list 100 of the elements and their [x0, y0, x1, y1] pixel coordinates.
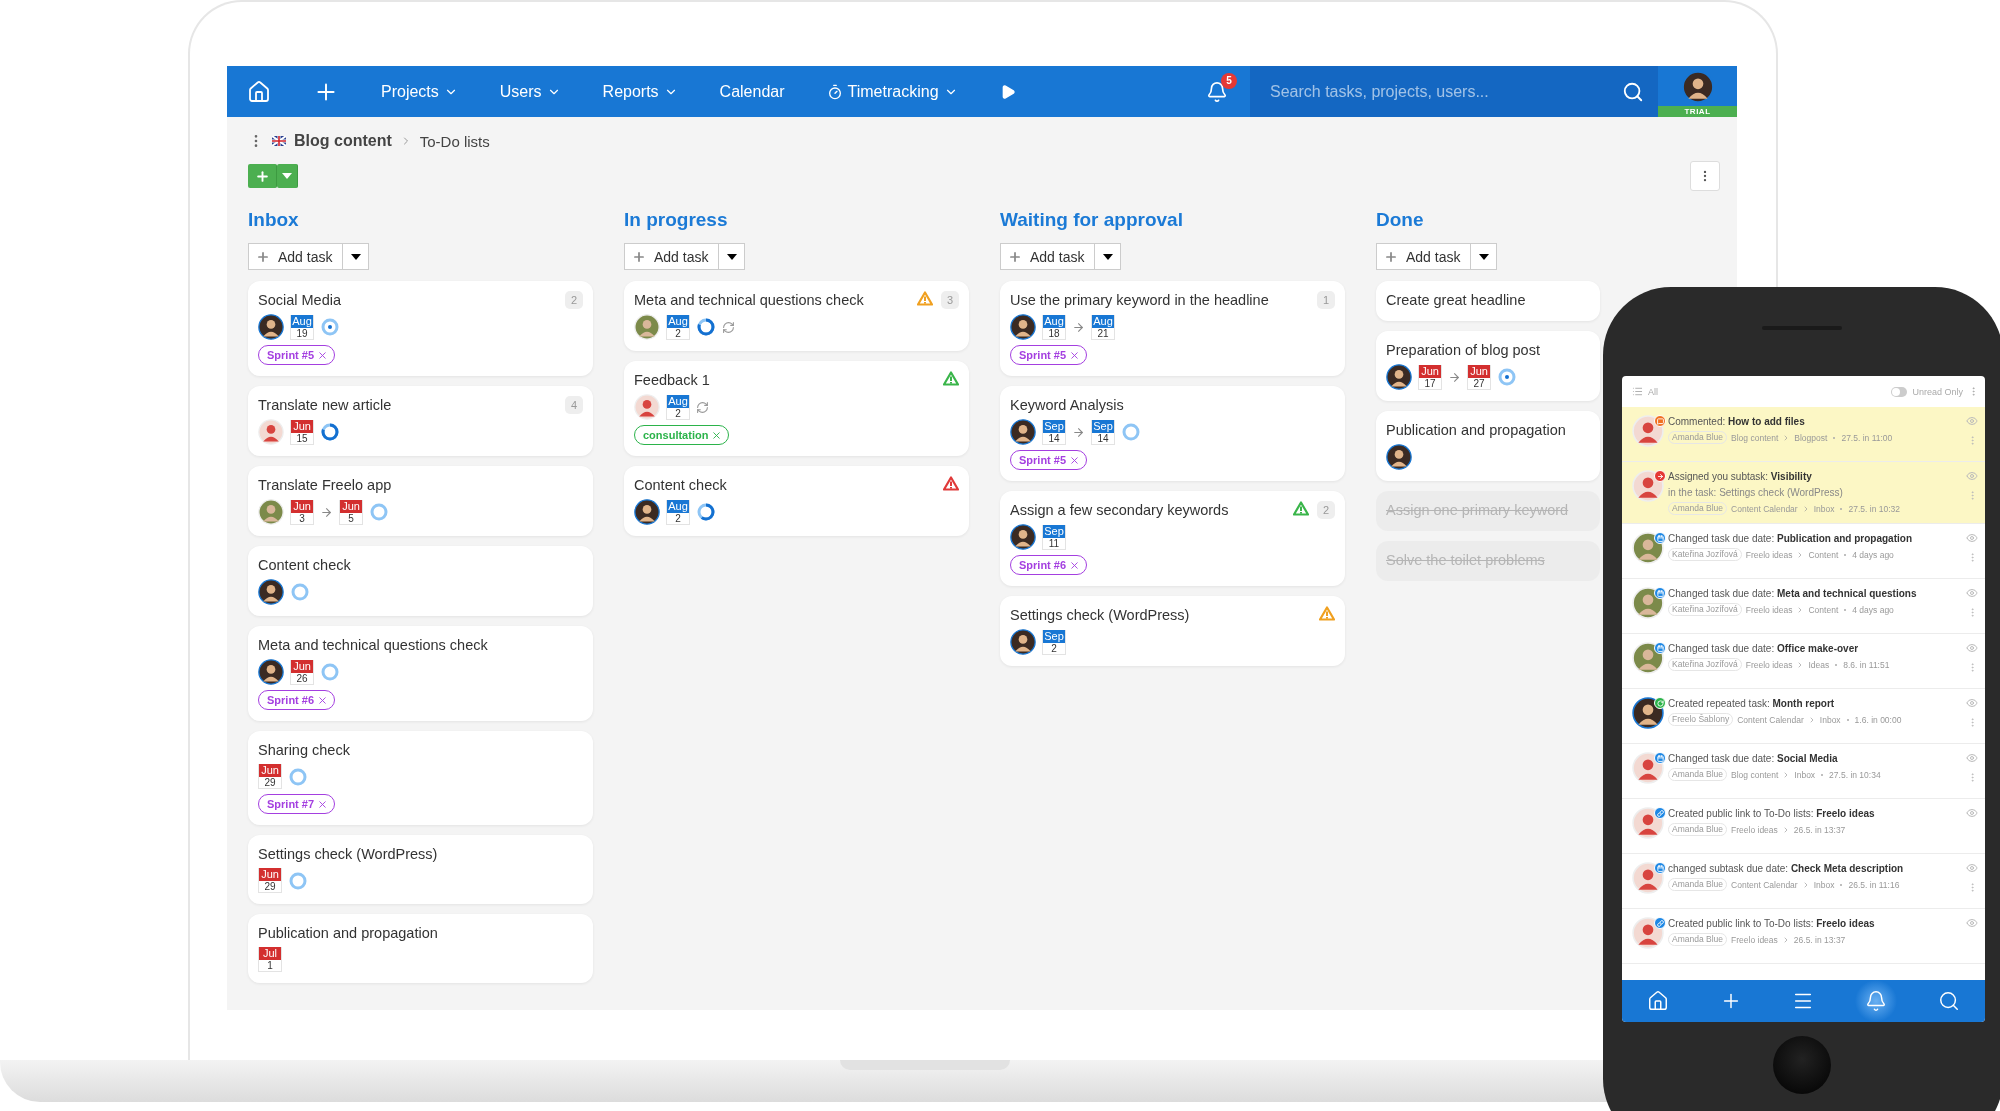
remove-icon[interactable]: [1069, 349, 1081, 361]
search-box[interactable]: Search tasks, projects, users...: [1250, 66, 1658, 117]
notification-text: Commented: How to add files: [1668, 415, 1806, 428]
subtask-count: 2: [565, 291, 583, 309]
eye-icon[interactable]: [1966, 642, 1978, 654]
task-card[interactable]: Translate new article 4 Jun 15: [248, 386, 593, 456]
path-text: Content: [1808, 604, 1839, 615]
task-card[interactable]: Content check Aug 2: [624, 466, 969, 536]
remove-icon[interactable]: [317, 694, 329, 706]
task-card[interactable]: Preparation of blog post Jun 17 Jun 27: [1376, 331, 1600, 401]
date-day: 1: [259, 960, 281, 971]
path-text: Blog content: [1731, 769, 1779, 780]
subtask-count: 4: [565, 396, 583, 414]
add-task-button[interactable]: Add task: [1000, 243, 1096, 270]
task-title: Publication and propagation: [1386, 421, 1567, 440]
task-title: Translate new article: [258, 396, 393, 415]
remove-icon[interactable]: [317, 798, 329, 810]
plus-icon: [254, 168, 270, 184]
notification-item[interactable]: Assigned you subtask: Visibility in the task: Settings check (WordPress) Amanda Blue Content Calendar Inbox 27.5. in 10:32: [1622, 462, 1985, 524]
notification-text: Created repeated task: Month report: [1668, 697, 1836, 710]
date-day: 15: [291, 432, 313, 444]
add-task-button[interactable]: Add task: [1376, 243, 1472, 270]
time-text: 8.6. in 11:51: [1843, 659, 1890, 670]
eye-icon[interactable]: [1966, 697, 1978, 709]
add-task-button[interactable]: Add task: [624, 243, 720, 270]
task-card[interactable]: Use the primary keyword in the headline 1 Aug 18 Aug 21 Sprint #5: [1000, 281, 1345, 376]
caret-icon: [1479, 253, 1489, 260]
date-day: 18: [1043, 327, 1065, 339]
date-month: Jun: [340, 499, 362, 513]
path-text: Blog content: [1731, 432, 1779, 443]
task-title: Feedback 1: [634, 371, 711, 390]
path-text: Inbox: [1819, 714, 1841, 725]
dropdown-button[interactable]: [343, 243, 370, 270]
task-card[interactable]: Assign a few secondary keywords 2 Sep 11 Sprint #6: [1000, 491, 1345, 586]
task-title: Settings check (WordPress): [1010, 606, 1191, 625]
notification-text: Changed task due date: Office make-over: [1668, 642, 1860, 655]
eye-icon[interactable]: [1966, 532, 1978, 544]
task-title: Social Media: [258, 291, 342, 310]
nav-menu[interactable]: Projects: [381, 82, 458, 101]
time-text: 26.5. in 13:37: [1793, 824, 1846, 835]
dropdown-button[interactable]: [1471, 243, 1498, 270]
task-card[interactable]: Publication and propagation Jul 1: [248, 914, 593, 983]
task-card[interactable]: Content check: [248, 546, 593, 616]
path-text: Content Calendar: [1737, 714, 1804, 725]
add-button[interactable]: [248, 164, 277, 188]
task-card[interactable]: Meta and technical questions check Jun 26 Sprint #6: [248, 626, 593, 721]
task-title: Content check: [258, 556, 352, 575]
toggle-switch[interactable]: [1891, 386, 1908, 397]
dropdown-button[interactable]: [719, 243, 746, 270]
eye-icon[interactable]: [1966, 807, 1978, 819]
home-icon: [1647, 990, 1670, 1012]
breadcrumb-link[interactable]: Blog content: [294, 132, 392, 150]
date-month: Sep: [1043, 629, 1065, 643]
add-task-button[interactable]: Add task: [248, 243, 344, 270]
task-card[interactable]: Keyword Analysis Sep 14 Sep 14 Sprint #5: [1000, 386, 1345, 481]
subtask-count: 1: [1317, 291, 1335, 309]
nav-menu[interactable]: Calendar: [719, 82, 785, 101]
task-card[interactable]: Settings check (WordPress) Jun 29: [248, 835, 593, 904]
remove-icon[interactable]: [1069, 454, 1081, 466]
time-text: 27.5. in 10:32: [1848, 503, 1900, 514]
date-month: Aug: [667, 314, 689, 328]
notification-count: 5: [1221, 72, 1237, 89]
task-card[interactable]: Meta and technical questions check 3 Aug 2: [624, 281, 969, 351]
task-card[interactable]: Sharing check Jun 29 Sprint #7: [248, 731, 593, 825]
home-icon[interactable]: [247, 79, 271, 104]
task-card[interactable]: Settings check (WordPress) Sep 2: [1000, 596, 1345, 666]
notification-detail: in the task: Settings check (WordPress): [1668, 486, 1844, 499]
date-day: 14: [1043, 432, 1065, 444]
task-card[interactable]: Create great headline: [1376, 281, 1600, 321]
eye-icon[interactable]: [1966, 587, 1978, 599]
remove-icon[interactable]: [317, 349, 329, 361]
eye-icon[interactable]: [1966, 862, 1978, 874]
task-title: Create great headline: [1386, 291, 1527, 310]
nav-menu[interactable]: Timetracking: [826, 82, 958, 101]
task-card[interactable]: Feedback 1 Aug 2 consultation: [624, 361, 969, 456]
remove-icon[interactable]: [711, 429, 723, 441]
notification-item[interactable]: Commented: How to add files Amanda Blue Blog content Blogpost 27.5. in 11:00: [1622, 407, 1985, 462]
eye-icon[interactable]: [1966, 470, 1978, 482]
search-field[interactable]: Search tasks, projects, users...: [1268, 76, 1614, 107]
task-card[interactable]: Translate Freelo app Jun 3 Jun 5: [248, 466, 593, 536]
date-month: Jun: [291, 499, 313, 513]
task-card[interactable]: Publication and propagation: [1376, 411, 1600, 481]
remove-icon[interactable]: [1069, 559, 1081, 571]
nav-menu[interactable]: Users: [499, 82, 561, 101]
notification-text: Changed task due date: Publication and propagation: [1668, 532, 1913, 545]
search-icon[interactable]: [1622, 80, 1644, 103]
eye-icon[interactable]: [1966, 415, 1978, 427]
list-icon: [1632, 386, 1643, 397]
bell-icon[interactable]: [1206, 80, 1228, 103]
dropdown-button[interactable]: [1095, 243, 1122, 270]
caret-icon: [1103, 253, 1113, 260]
date-month: Aug: [667, 394, 689, 408]
bell-icon: [1865, 990, 1888, 1012]
eye-icon[interactable]: [1966, 752, 1978, 764]
notification-text: Assigned you subtask: Visibility: [1668, 470, 1813, 483]
eye-icon[interactable]: [1966, 917, 1978, 929]
task-card[interactable]: Social Media 2 Aug 19 Sprint #5: [248, 281, 593, 376]
date-day: 14: [1092, 432, 1114, 444]
nav-menu[interactable]: Reports: [602, 82, 678, 101]
date-day: 2: [667, 512, 689, 524]
